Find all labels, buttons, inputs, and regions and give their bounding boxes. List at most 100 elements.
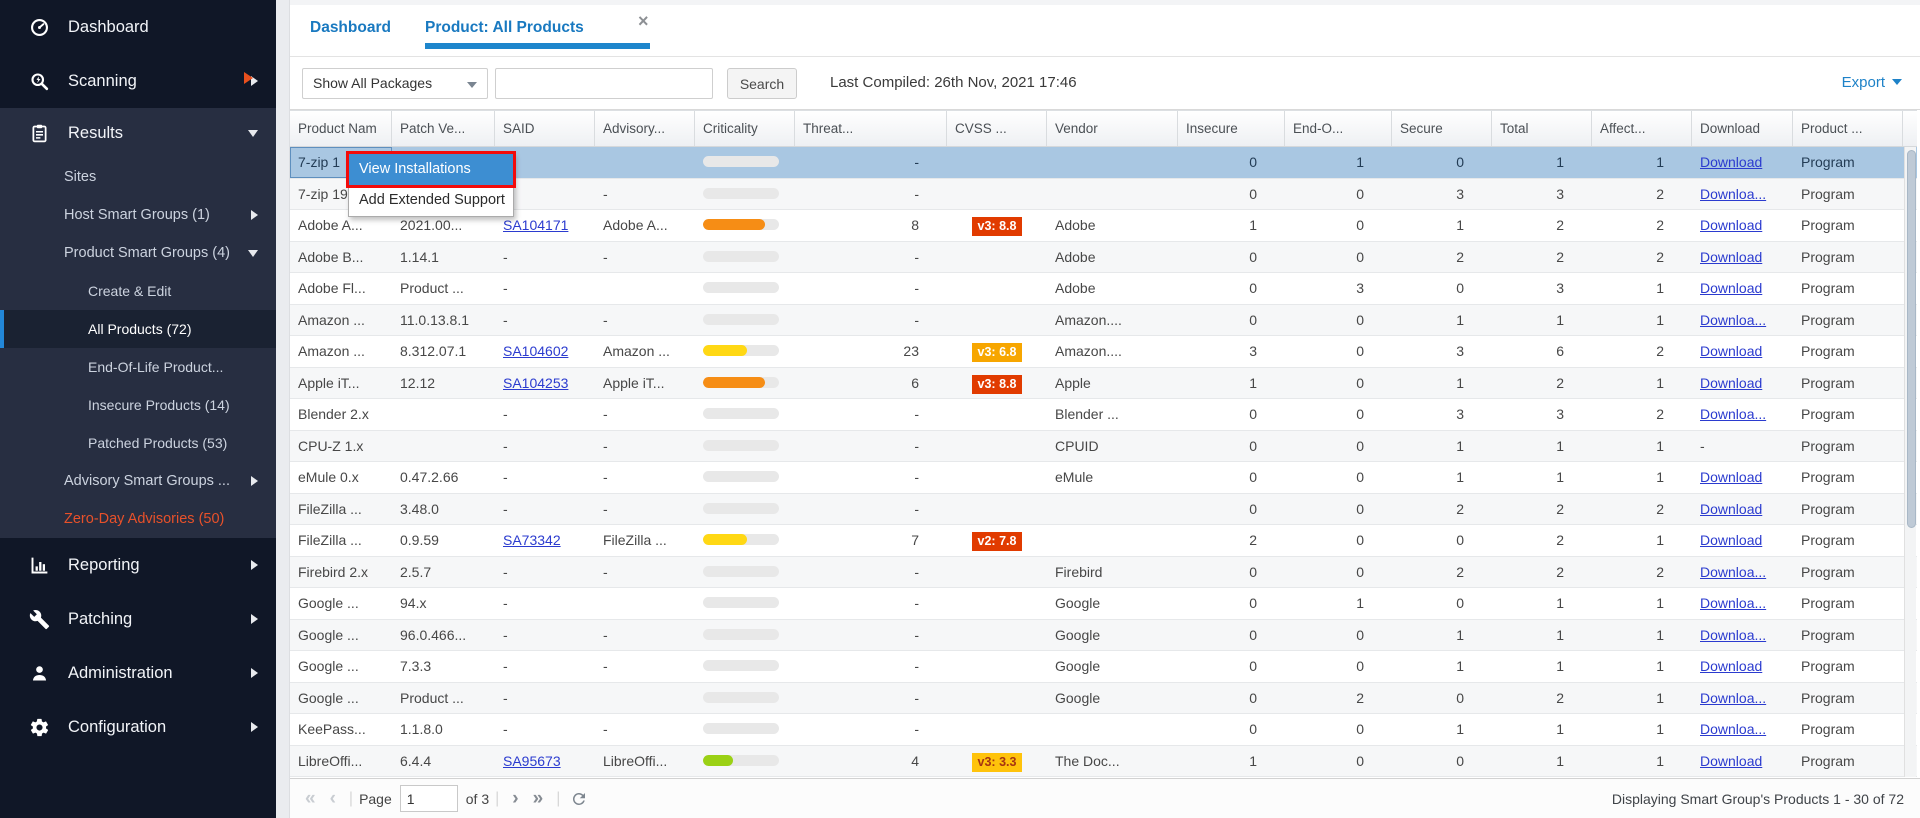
table-row[interactable]: eMule 0.x0.47.2.66---eMule00111DownloadP… [290,462,1917,494]
column-header-said[interactable]: SAID [495,111,595,146]
sidebar-item-scanning[interactable]: Scanning [0,54,276,108]
table-row[interactable]: 7-zip 1-01011DownloadProgram [290,147,1917,179]
sidebar-item-host-smart-groups-1[interactable]: Host Smart Groups (1) [0,196,276,234]
table-row[interactable]: Blender 2.x---Blender ...00332Downloa...… [290,399,1917,431]
download-link[interactable]: Downloa... [1700,312,1766,328]
sidebar-item-sites[interactable]: Sites [0,158,276,196]
menu-item-view-installations[interactable]: View Installations [349,154,513,185]
column-header-threat[interactable]: Threat... [795,111,947,146]
table-row[interactable]: FileZilla ...3.48.0---00222DownloadProgr… [290,494,1917,526]
column-header-secure[interactable]: Secure [1392,111,1492,146]
table-row[interactable]: Adobe A...2021.00...SA104171Adobe A...8v… [290,210,1917,242]
said-link[interactable]: SA73342 [503,532,561,548]
table-row[interactable]: Amazon ...11.0.13.8.1---Amazon....00111D… [290,305,1917,337]
table-row[interactable]: LibreOffi...6.4.4SA95673LibreOffi...4v3:… [290,746,1917,778]
table-row[interactable]: Google ...Product ...--Google02021Downlo… [290,683,1917,715]
download-link[interactable]: Download [1700,501,1762,517]
download-link[interactable]: Downloa... [1700,564,1766,580]
download-link[interactable]: Download [1700,753,1762,769]
download-link[interactable]: Downloa... [1700,627,1766,643]
download-link[interactable]: Download [1700,217,1762,233]
table-row[interactable]: Firebird 2.x2.5.7---Firebird00222Downloa… [290,557,1917,589]
download-link[interactable]: Downloa... [1700,690,1766,706]
sidebar-item-insecure-products-14[interactable]: Insecure Products (14) [0,386,276,424]
table-row[interactable]: Adobe B...1.14.1---Adobe00222DownloadPro… [290,242,1917,274]
column-header-insecure[interactable]: Insecure [1178,111,1285,146]
sidebar-splitter[interactable] [276,0,290,818]
export-button[interactable]: Export [1842,74,1902,91]
table-row[interactable]: Amazon ...8.312.07.1SA104602Amazon ...23… [290,336,1917,368]
download-link[interactable]: Downloa... [1700,721,1766,737]
search-input[interactable] [495,68,713,99]
table-row[interactable]: Google ...96.0.466...---Google00111Downl… [290,620,1917,652]
scrollbar-thumb[interactable] [1907,150,1916,528]
refresh-icon[interactable] [570,790,588,808]
sidebar-item-create-edit[interactable]: Create & Edit [0,272,276,310]
download-link[interactable]: Download [1700,280,1762,296]
active-tab-underline [425,43,650,49]
said-link[interactable]: SA104171 [503,217,568,233]
sidebar-item-end-of-life-product[interactable]: End-Of-Life Product... [0,348,276,386]
column-header-product[interactable]: Product ... [1793,111,1903,146]
download-link[interactable]: Download [1700,249,1762,265]
next-page-button[interactable]: › [505,789,525,808]
sidebar-item-patched-products-53[interactable]: Patched Products (53) [0,424,276,462]
said-link[interactable]: SA95673 [503,753,561,769]
sidebar-item-label: End-Of-Life Product... [88,359,223,375]
sidebar-item-all-products-72[interactable]: All Products (72) [0,310,276,348]
cell-affected: 2 [1592,210,1692,241]
sidebar-item-product-smart-groups-4[interactable]: Product Smart Groups (4) [0,234,276,272]
tab-dashboard[interactable]: Dashboard [310,19,391,37]
sidebar-item-results[interactable]: Results [0,108,276,158]
vertical-scrollbar[interactable] [1904,147,1916,777]
table-row[interactable]: 7-zip 19--00332Downloa...Program [290,179,1917,211]
column-header-criticality[interactable]: Criticality [695,111,795,146]
sidebar-item-administration[interactable]: Administration [0,646,276,700]
table-row[interactable]: Adobe Fl...Product ...--Adobe03031Downlo… [290,273,1917,305]
table-row[interactable]: FileZilla ...0.9.59SA73342FileZilla ...7… [290,525,1917,557]
download-link[interactable]: Download [1700,343,1762,359]
last-page-button[interactable]: » [526,789,551,808]
package-filter-select[interactable]: Show All Packages [302,68,488,99]
menu-item-add-extended-support[interactable]: Add Extended Support [349,185,513,216]
table-row[interactable]: Apple iT...12.12SA104253Apple iT...6v3: … [290,368,1917,400]
download-link[interactable]: Downloa... [1700,406,1766,422]
tab-product-all-products[interactable]: Product: All Products [425,19,584,37]
sidebar-item-configuration[interactable]: Configuration [0,700,276,754]
cell-product_type: Program [1793,305,1903,336]
download-link[interactable]: Download [1700,375,1762,391]
sidebar-item-advisory-smart-groups[interactable]: Advisory Smart Groups ... [0,462,276,500]
close-tab-icon[interactable]: × [638,11,649,32]
download-link[interactable]: Downloa... [1700,186,1766,202]
search-button[interactable]: Search [727,68,797,99]
download-link[interactable]: Download [1700,469,1762,485]
sidebar-item-reporting[interactable]: Reporting [0,538,276,592]
table-row[interactable]: Google ...7.3.3---Google00111DownloadPro… [290,651,1917,683]
column-header-total[interactable]: Total [1492,111,1592,146]
said-link[interactable]: SA104602 [503,343,568,359]
column-header-vendor[interactable]: Vendor [1047,111,1178,146]
table-row[interactable]: CPU-Z 1.x---CPUID00111-Program [290,431,1917,463]
said-link[interactable]: SA104253 [503,375,568,391]
sidebar-item-patching[interactable]: Patching [0,592,276,646]
column-header-product-nam[interactable]: Product Nam [290,111,392,146]
download-link[interactable]: Download [1700,532,1762,548]
sidebar-collapse-arrow-icon[interactable] [244,72,253,84]
table-row[interactable]: Google ...94.x--Google01011Downloa...Pro… [290,588,1917,620]
sidebar-item-label: Create & Edit [88,283,171,299]
column-header-affect[interactable]: Affect... [1592,111,1692,146]
prev-page-button[interactable]: ‹ [323,789,343,808]
download-link[interactable]: Download [1700,658,1762,674]
column-header-cvss[interactable]: CVSS ... [947,111,1047,146]
sidebar-item-zero-day-advisories-50[interactable]: Zero-Day Advisories (50) [0,500,276,538]
sidebar-item-dashboard[interactable]: Dashboard [0,0,276,54]
download-link[interactable]: Downloa... [1700,595,1766,611]
download-link[interactable]: Download [1700,154,1762,170]
column-header-end-o[interactable]: End-O... [1285,111,1392,146]
table-row[interactable]: KeePass...1.1.8.0---00111Downloa...Progr… [290,714,1917,746]
first-page-button[interactable]: « [298,789,323,808]
column-header-download[interactable]: Download [1692,111,1793,146]
column-header-patch-ve[interactable]: Patch Ve... [392,111,495,146]
column-header-advisory[interactable]: Advisory... [595,111,695,146]
page-number-input[interactable] [400,785,458,812]
